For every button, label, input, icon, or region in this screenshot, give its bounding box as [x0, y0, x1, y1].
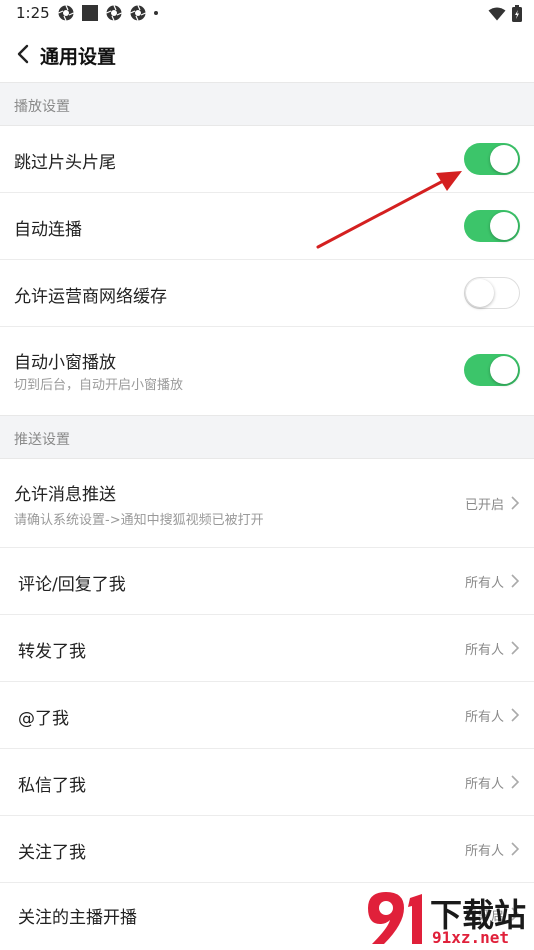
row-subtitle: 切到后台，自动开启小窗播放 [14, 378, 184, 393]
section-title: 播放设置 [14, 99, 70, 115]
section-header-push: 推送设置 [0, 415, 534, 459]
chevron-right-icon [511, 496, 520, 510]
toggle-knob [490, 145, 518, 173]
row-label: @了我 [18, 709, 69, 729]
autoplay-next-toggle[interactable] [464, 210, 520, 242]
cellular-cache-toggle[interactable] [464, 277, 520, 309]
section-title: 推送设置 [14, 432, 70, 448]
row-value: 已开启 [464, 498, 504, 513]
chevron-right-icon [511, 641, 520, 655]
status-time: 1:25 [16, 4, 50, 22]
setting-row-repost[interactable]: 转发了我 所有人 [0, 615, 534, 682]
setting-row-comment-reply[interactable]: 评论/回复了我 所有人 [0, 548, 534, 615]
chevron-right-icon [511, 775, 520, 789]
row-label: 关注的主播开播 [18, 908, 137, 928]
aperture-icon [58, 5, 74, 21]
row-label: 允许消息推送 [14, 485, 116, 505]
row-value: 所有人 [464, 643, 504, 658]
setting-row-mention[interactable]: @了我 所有人 [0, 682, 534, 749]
more-dot-icon [154, 11, 158, 15]
battery-icon [512, 5, 522, 22]
row-label: 评论/回复了我 [18, 575, 126, 595]
aperture-icon [106, 5, 122, 21]
status-bar: 1:25 [0, 0, 534, 30]
aperture-icon [130, 5, 146, 21]
row-label: 私信了我 [18, 776, 86, 796]
setting-row-mini-window[interactable]: 自动小窗播放 切到后台，自动开启小窗播放 [0, 327, 534, 415]
row-value: 所有人 [464, 710, 504, 725]
section-header-playback: 播放设置 [0, 82, 534, 126]
mini-window-toggle[interactable] [464, 354, 520, 386]
row-label: 允许运营商网络缓存 [14, 287, 167, 307]
toggle-knob [466, 279, 494, 307]
chevron-right-icon [511, 708, 520, 722]
notification-icons [58, 5, 158, 21]
stop-icon [82, 5, 98, 21]
setting-row-allow-push[interactable]: 允许消息推送 请确认系统设置->通知中搜狐视频已被打开 已开启 [0, 459, 534, 548]
watermark-logo-icon [368, 892, 422, 944]
toggle-knob [490, 212, 518, 240]
row-subtitle: 请确认系统设置->通知中搜狐视频已被打开 [14, 513, 264, 528]
row-value: 所有人 [464, 777, 504, 792]
chevron-right-icon [511, 842, 520, 856]
watermark: 下载站 91xz.net [360, 888, 534, 950]
system-icons [488, 5, 522, 22]
row-label: 跳过片头片尾 [14, 153, 116, 173]
app-header: 通用设置 [0, 30, 534, 82]
row-value: 所有人 [464, 844, 504, 859]
wifi-icon [488, 7, 506, 20]
page-title: 通用设置 [40, 46, 117, 68]
row-label: 关注了我 [18, 843, 86, 863]
row-value: 所有人 [464, 576, 504, 591]
setting-row-private-message[interactable]: 私信了我 所有人 [0, 749, 534, 816]
row-label: 转发了我 [18, 642, 86, 662]
toggle-knob [490, 356, 518, 384]
row-label: 自动小窗播放 [14, 353, 116, 373]
skip-intro-toggle[interactable] [464, 143, 520, 175]
row-label: 自动连播 [14, 220, 82, 240]
setting-row-follow[interactable]: 关注了我 所有人 [0, 816, 534, 883]
chevron-right-icon [511, 574, 520, 588]
annotation-arrow-icon [316, 171, 462, 249]
setting-row-cellular-cache[interactable]: 允许运营商网络缓存 [0, 260, 534, 327]
back-arrow-icon[interactable] [12, 42, 36, 66]
watermark-url: 91xz.net [432, 928, 510, 947]
